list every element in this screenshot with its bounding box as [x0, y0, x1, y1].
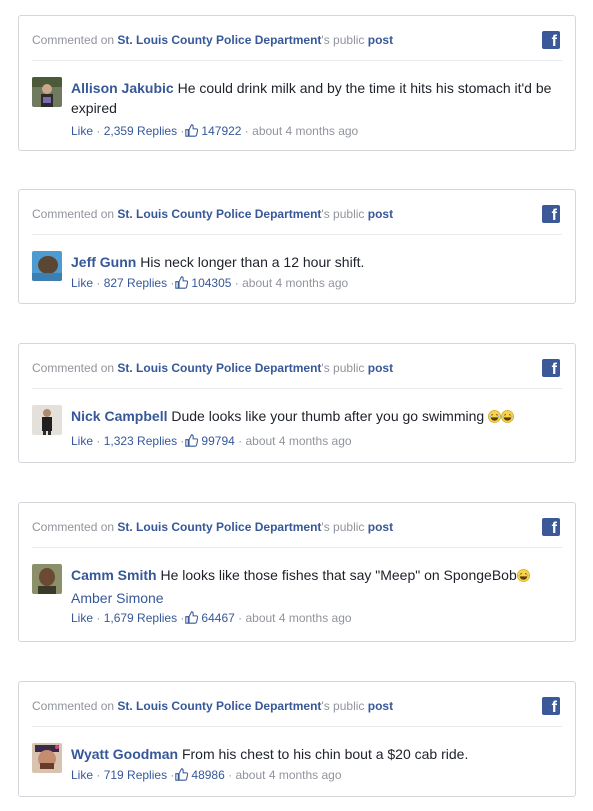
comment-author[interactable]: Camm Smith [71, 567, 157, 583]
timestamp: about 4 months ago [245, 434, 352, 448]
comment-author[interactable]: Wyatt Goodman [71, 746, 178, 762]
comment-meta: Like · 1,679 Replies · 64467 · about 4 mo… [71, 611, 352, 625]
timestamp: about 4 months ago [245, 611, 352, 625]
like-button[interactable]: Like [71, 124, 93, 138]
post-link[interactable]: post [368, 33, 393, 47]
avatar[interactable] [32, 251, 62, 281]
post-link[interactable]: post [368, 361, 393, 375]
replies-link[interactable]: 827 Replies [104, 276, 167, 290]
comment-author[interactable]: Jeff Gunn [71, 254, 136, 270]
comment-text: He looks like those fishes that say "Mee… [160, 567, 517, 583]
comment-text: From his chest to his chin bout a $20 ca… [181, 746, 469, 762]
laughing-face-icon [488, 410, 501, 423]
facebook-icon[interactable]: f [542, 359, 560, 378]
divider [32, 60, 562, 61]
like-count[interactable]: 99794 [201, 434, 234, 448]
avatar[interactable] [32, 405, 62, 435]
post-link[interactable]: post [368, 699, 393, 713]
card-header: Commented on St. Louis County Police Dep… [32, 520, 394, 534]
like-count[interactable]: 104305 [191, 276, 231, 290]
comment-meta: Like · 719 Replies · 48986 · about 4 mont… [71, 768, 342, 782]
card-header: Commented on St. Louis County Police Dep… [32, 33, 394, 47]
thumbs-up-icon [175, 768, 189, 781]
post-link[interactable]: post [368, 207, 393, 221]
like-button[interactable]: Like [71, 434, 93, 448]
page-link[interactable]: St. Louis County Police Department [117, 361, 321, 375]
replies-link[interactable]: 1,679 Replies [104, 611, 177, 625]
divider [32, 388, 562, 389]
avatar[interactable] [32, 77, 62, 107]
mentioned-user-link[interactable]: Amber Simone [71, 588, 559, 608]
page-link[interactable]: St. Louis County Police Department [117, 207, 321, 221]
thumbs-up-icon [175, 276, 189, 289]
page-link[interactable]: St. Louis County Police Department [117, 699, 321, 713]
card-header: Commented on St. Louis County Police Dep… [32, 699, 394, 713]
avatar[interactable] [32, 564, 62, 594]
thumbs-up-icon [185, 611, 199, 624]
replies-link[interactable]: 1,323 Replies [104, 434, 177, 448]
divider [32, 234, 562, 235]
like-count[interactable]: 48986 [191, 768, 224, 782]
laughing-face-icon [501, 410, 514, 423]
timestamp: about 4 months ago [235, 768, 342, 782]
thumbs-up-icon [185, 434, 199, 447]
page-link[interactable]: St. Louis County Police Department [117, 33, 321, 47]
like-button[interactable]: Like [71, 276, 93, 290]
facebook-icon[interactable]: f [542, 518, 560, 537]
comment-meta: Like · 827 Replies · 104305 · about 4 mon… [71, 276, 349, 290]
comment-author[interactable]: Allison Jakubic [71, 80, 174, 96]
timestamp: about 4 months ago [242, 276, 349, 290]
like-button[interactable]: Like [71, 611, 93, 625]
divider [32, 547, 562, 548]
page-link[interactable]: St. Louis County Police Department [117, 520, 321, 534]
comment-meta: Like · 2,359 Replies · 147922 · about 4 m… [71, 124, 359, 138]
timestamp: about 4 months ago [252, 124, 359, 138]
comment-text: Dude looks like your thumb after you go … [171, 408, 485, 424]
like-count[interactable]: 147922 [201, 124, 241, 138]
laughing-face-icon [516, 569, 530, 582]
thumbs-up-icon [185, 124, 199, 137]
comment-card: Commented on St. Louis County Police Dep… [18, 502, 576, 642]
avatar[interactable] [32, 743, 62, 773]
card-header: Commented on St. Louis County Police Dep… [32, 207, 394, 221]
replies-link[interactable]: 2,359 Replies [104, 124, 177, 138]
comment-card: Commented on St. Louis County Police Dep… [18, 343, 576, 463]
facebook-icon[interactable]: f [542, 205, 560, 224]
like-button[interactable]: Like [71, 768, 93, 782]
card-header: Commented on St. Louis County Police Dep… [32, 361, 394, 375]
divider [32, 726, 562, 727]
comment-card: Commented on St. Louis County Police Dep… [18, 15, 576, 151]
post-link[interactable]: post [368, 520, 393, 534]
comment-author[interactable]: Nick Campbell [71, 408, 167, 424]
comment-card: Commented on St. Louis County Police Dep… [18, 681, 576, 797]
comment-text: His neck longer than a 12 hour shift. [140, 254, 365, 270]
facebook-icon[interactable]: f [542, 31, 560, 50]
comment-meta: Like · 1,323 Replies · 99794 · about 4 mo… [71, 434, 352, 448]
like-count[interactable]: 64467 [201, 611, 234, 625]
comment-card: Commented on St. Louis County Police Dep… [18, 189, 576, 304]
facebook-icon[interactable]: f [542, 697, 560, 716]
replies-link[interactable]: 719 Replies [104, 768, 167, 782]
